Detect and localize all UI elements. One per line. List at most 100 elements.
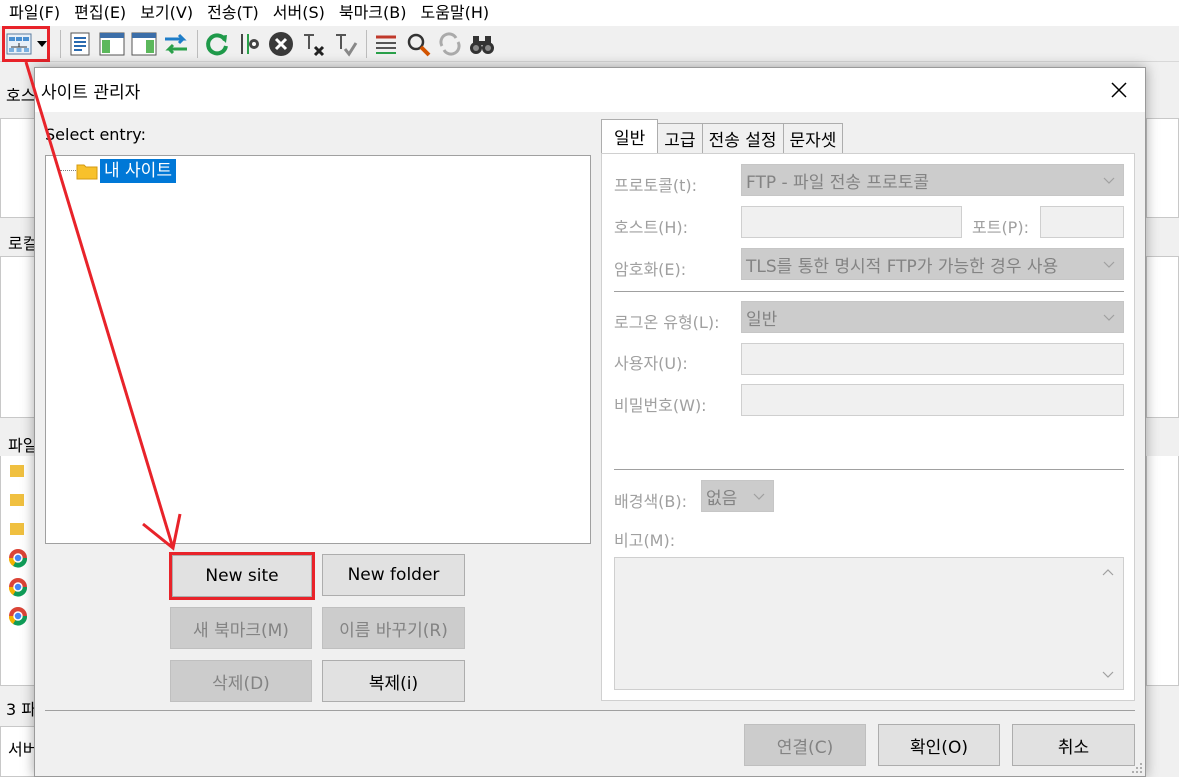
directory-listing-filter-button[interactable] <box>371 29 401 59</box>
background-color-value: 없음 <box>706 488 738 509</box>
site-manager-button[interactable] <box>4 29 34 59</box>
refresh-button[interactable] <box>202 29 232 59</box>
background-color-select[interactable]: 없음 <box>701 480 774 512</box>
menu-edit[interactable]: 편집(E) <box>67 1 133 25</box>
tab-charset[interactable]: 문자셋 <box>782 123 844 153</box>
chrome-icon <box>8 549 28 568</box>
cancel-dialog-button[interactable]: 취소 <box>1012 724 1135 766</box>
chevron-down-icon <box>1103 314 1115 321</box>
filter-button[interactable] <box>234 29 264 59</box>
port-label: 포트(P): <box>972 218 1029 237</box>
bg-host-label: 호스 <box>6 86 36 105</box>
tab-transfer-settings[interactable]: 전송 설정 <box>701 123 784 153</box>
user-input[interactable] <box>741 343 1124 375</box>
logon-type-value: 일반 <box>746 309 778 330</box>
menu-server[interactable]: 서버(S) <box>266 1 332 25</box>
menu-file[interactable]: 파일(F) <box>2 1 67 25</box>
divider <box>614 291 1124 292</box>
tab-advanced[interactable]: 고급 <box>657 123 703 153</box>
tree-connector <box>60 170 76 171</box>
ok-button[interactable]: 확인(O) <box>878 724 1000 766</box>
menu-bar: 파일(F) 편집(E) 보기(V) 전송(T) 서버(S) 북마크(B) 도움말… <box>0 0 1179 26</box>
bg-log-pane-right <box>1146 118 1179 218</box>
scroll-down-icon[interactable] <box>1101 667 1115 681</box>
settings-tabs: 일반 고급 전송 설정 문자셋 <box>601 119 844 153</box>
chrome-icon <box>8 607 28 626</box>
sync-button[interactable] <box>435 29 465 59</box>
remote-tree-button[interactable] <box>129 29 159 59</box>
close-icon <box>1111 82 1127 98</box>
menu-transfer[interactable]: 전송(T) <box>200 1 266 25</box>
tab-general[interactable]: 일반 <box>601 119 659 153</box>
rename-button[interactable]: 이름 바꾸기(R) <box>322 607 465 649</box>
divider <box>614 469 1124 470</box>
port-input[interactable] <box>1040 206 1124 238</box>
resize-grip-icon[interactable] <box>1131 762 1143 774</box>
tree-item-my-sites[interactable]: 내 사이트 <box>76 159 176 183</box>
toolbar-separator <box>197 29 198 58</box>
user-label: 사용자(U): <box>614 354 688 373</box>
folder-icon <box>10 523 24 535</box>
menu-view[interactable]: 보기(V) <box>133 1 200 25</box>
delete-button[interactable]: 삭제(D) <box>170 660 312 702</box>
disconnect-icon <box>304 33 325 56</box>
encryption-label: 암호화(E): <box>614 260 687 279</box>
dialog-title: 사이트 관리자 <box>41 82 141 103</box>
comments-textarea[interactable] <box>614 557 1124 690</box>
comments-label: 비고(M): <box>614 531 676 550</box>
password-input[interactable] <box>741 384 1124 416</box>
toolbar-separator <box>60 29 61 58</box>
transfer-arrows-icon <box>165 33 187 54</box>
binoculars-icon <box>470 35 494 54</box>
menu-help[interactable]: 도움말(H) <box>413 1 496 25</box>
chevron-down-icon <box>1103 177 1115 184</box>
folder-icon <box>10 494 24 506</box>
sync-browse-button[interactable] <box>161 29 191 59</box>
compare-button[interactable] <box>403 29 433 59</box>
bottom-divider <box>45 710 1135 711</box>
site-tree[interactable]: 내 사이트 <box>45 155 591 544</box>
folder-icon <box>76 164 98 180</box>
select-entry-label: Select entry: <box>45 125 146 144</box>
reconnect-button[interactable] <box>330 29 360 59</box>
bg-local-tree-pane <box>0 256 36 418</box>
cancel-icon <box>269 31 293 56</box>
bg-remote-tree-pane <box>1146 256 1179 418</box>
site-manager-dialog: 사이트 관리자 Select entry: 내 사이트 New site New… <box>34 67 1146 777</box>
scroll-up-icon[interactable] <box>1101 566 1115 580</box>
toolbar-separator <box>366 29 367 58</box>
tree-item-label: 내 사이트 <box>100 159 176 183</box>
encryption-value: TLS를 통한 명시적 FTP가 가능한 경우 사용 <box>746 256 1059 277</box>
dialog-close-button[interactable] <box>1107 78 1131 102</box>
connect-button[interactable]: 연결(C) <box>744 724 866 766</box>
disconnect-button[interactable] <box>298 29 328 59</box>
host-input[interactable] <box>741 206 962 238</box>
site-manager-dropdown[interactable] <box>36 29 48 59</box>
dialog-titlebar: 사이트 관리자 <box>35 68 1145 112</box>
logon-type-select[interactable]: 일반 <box>741 301 1124 333</box>
password-label: 비밀번호(W): <box>614 396 707 415</box>
new-bookmark-button[interactable]: 새 북마크(M) <box>170 607 312 649</box>
duplicate-button[interactable]: 복제(i) <box>322 660 465 702</box>
toolbar <box>0 26 1179 62</box>
menu-bookmarks[interactable]: 북마크(B) <box>332 1 414 25</box>
new-folder-button[interactable]: New folder <box>322 554 465 596</box>
chevron-down-icon <box>37 40 47 47</box>
host-label: 호스트(H): <box>614 218 689 237</box>
new-site-button[interactable]: New site <box>172 555 312 597</box>
bg-status-label: 3 파 <box>6 700 36 719</box>
cancel-button[interactable] <box>266 29 296 59</box>
protocol-label: 프로토콜(t): <box>614 176 698 195</box>
folder-icon <box>10 465 24 477</box>
reconnect-icon <box>336 33 358 57</box>
message-log-button[interactable] <box>65 29 95 59</box>
general-tab-panel: 프로토콜(t): FTP - 파일 전송 프로토콜 호스트(H): 포트(P):… <box>601 153 1135 701</box>
encryption-select[interactable]: TLS를 통한 명시적 FTP가 가능한 경우 사용 <box>741 248 1124 280</box>
local-tree-button[interactable] <box>97 29 127 59</box>
find-button[interactable] <box>467 29 497 59</box>
protocol-select[interactable]: FTP - 파일 전송 프로토콜 <box>741 164 1124 196</box>
chevron-down-icon <box>753 493 765 500</box>
bg-log-pane <box>0 118 36 218</box>
chrome-icon <box>8 578 28 597</box>
logon-type-label: 로그온 유형(L): <box>614 313 720 332</box>
